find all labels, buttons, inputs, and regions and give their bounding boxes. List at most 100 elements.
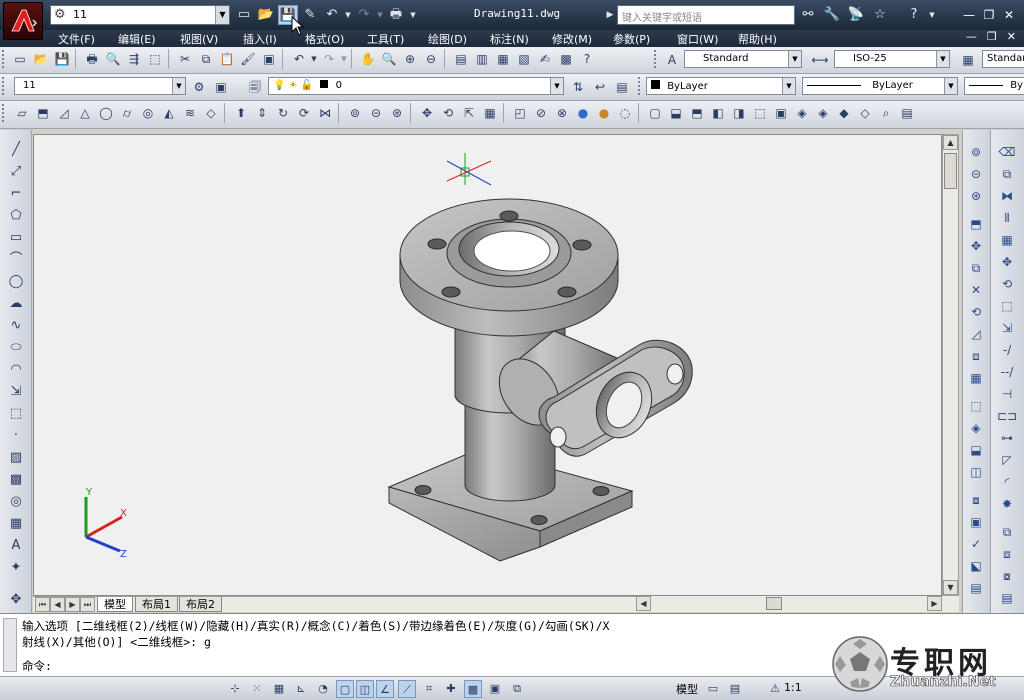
linetype-combo[interactable]: ByLayer ▼ [802,77,958,95]
erase-icon[interactable]: ⌫ [997,142,1017,162]
left-view-icon[interactable]: ◧ [708,103,728,123]
wedge-icon[interactable]: ◿ [54,103,74,123]
polysolid-icon[interactable]: ▱ [12,103,32,123]
toolbar-grip[interactable] [2,77,6,95]
move-icon[interactable]: ✥ [997,252,1017,272]
box-icon[interactable]: ⬒ [33,103,53,123]
layer-previous-icon[interactable]: ↩ [590,77,610,97]
union-icon[interactable]: ⊚ [966,142,986,162]
3d-align-icon[interactable]: ⇱ [459,103,479,123]
chevron-down-icon[interactable]: ▼ [172,78,185,94]
doc-minimize-icon[interactable]: — [966,30,977,43]
chevron-down-icon[interactable]: ▼ [215,6,229,24]
workspace-dropdown[interactable]: 11 ▼ [14,77,186,95]
polar-tracking-icon[interactable]: ◔ [314,680,332,698]
object-snap-tracking-icon[interactable]: ∠ [376,680,394,698]
break-at-point-icon[interactable]: ⊣ [997,384,1017,404]
arc-icon[interactable]: ⌒ [6,250,26,270]
prev-tab-icon[interactable]: ◀ [50,597,65,612]
communication-center-icon[interactable]: 📡 [846,5,866,25]
annotation-scale-icon[interactable]: ⚠ [766,680,784,698]
chevron-down-icon[interactable]: ▼ [788,51,801,67]
menu-insert[interactable]: 插入(I) [243,31,277,47]
3d-object-snap-icon[interactable]: ◫ [356,680,374,698]
region-icon[interactable]: ◎ [6,492,26,512]
intersect-icon[interactable]: ⊛ [387,103,407,123]
menu-parametric[interactable]: 参数(P) [613,31,650,47]
block-editor-icon[interactable]: ▣ [259,49,279,69]
taper-faces-icon[interactable]: ◿ [966,324,986,344]
object-snap-icon[interactable]: ▢ [336,680,354,698]
text-above-icon[interactable]: ▤ [997,588,1017,608]
dynamic-input-icon[interactable]: ⌗ [420,680,438,698]
sheet-set-icon[interactable]: ▧ [514,49,534,69]
sweep-icon[interactable]: ↻ [273,103,293,123]
chevron-down-icon[interactable]: ▼ [550,78,563,94]
first-tab-icon[interactable]: ⏮ [35,597,50,612]
named-views-icon[interactable]: ▢ [645,103,665,123]
help-icon[interactable]: ? [904,5,924,25]
gradient-icon[interactable]: ▩ [6,470,26,490]
open-icon[interactable]: 📂 [256,5,276,25]
menu-draw[interactable]: 绘图(D) [428,31,467,47]
extend-icon[interactable]: --/ [997,362,1017,382]
offset-icon[interactable]: ⫴ [997,208,1017,228]
sw-iso-view-icon[interactable]: ◈ [792,103,812,123]
rotate-icon[interactable]: ⟲ [997,274,1017,294]
snap-mode-icon[interactable]: ⁙ [248,680,266,698]
presspull-icon[interactable]: ⇕ [252,103,272,123]
close-button[interactable]: ✕ [1000,6,1018,24]
markup-icon[interactable]: ✍ [535,49,555,69]
dimension-style-combo[interactable]: ISO-25 ▼ [834,50,950,68]
qnew-icon[interactable]: ▭ [10,49,30,69]
menu-file[interactable]: 文件(F) [58,31,95,47]
revolve-icon[interactable]: ⟳ [294,103,314,123]
last-tab-icon[interactable]: ⏭ [80,597,95,612]
explode-icon[interactable]: ✸ [997,494,1017,514]
subscription-icon[interactable]: 🔧 [822,5,842,25]
front-view-icon[interactable]: ⬚ [750,103,770,123]
shell-icon[interactable]: ▣ [966,512,986,532]
drawing-area[interactable]: Y X Z [33,134,942,596]
circle-icon[interactable]: ◯ [6,272,26,292]
offset-faces-icon[interactable]: ⧉ [966,258,986,278]
intersect-icon[interactable]: ⊛ [966,186,986,206]
ortho-mode-icon[interactable]: ⊾ [292,680,310,698]
spline-icon[interactable]: ∿ [6,316,26,336]
chevron-down-icon[interactable]: ▼ [782,78,795,94]
next-tab-icon[interactable]: ▶ [65,597,80,612]
extrude-icon[interactable]: ⬆ [231,103,251,123]
open-icon[interactable]: 📂 [31,49,51,69]
copy-edges-icon[interactable]: ⬚ [966,396,986,416]
camera-icon[interactable]: ⌕ [876,103,896,123]
insert-block-icon[interactable]: ⇲ [6,382,26,402]
application-menu-button[interactable] [3,2,43,40]
scroll-right-icon[interactable]: ▶ [927,596,942,611]
subtract-icon[interactable]: ⊝ [966,164,986,184]
line-icon[interactable]: ╱ [6,140,26,160]
tool-palettes-icon[interactable]: ▦ [493,49,513,69]
menu-edit[interactable]: 编辑(E) [118,31,156,47]
menu-format[interactable]: 格式(O) [305,31,344,47]
color-combo[interactable]: ByLayer ▼ [646,77,796,95]
torus-icon[interactable]: ◎ [138,103,158,123]
toolbar-grip[interactable] [654,50,658,68]
text-style-icon[interactable]: A [662,50,682,70]
hatch-icon[interactable]: ▨ [6,448,26,468]
multiline-text-icon[interactable]: A [6,536,26,556]
quick-view-layouts-icon[interactable]: ▭ [704,680,722,698]
tab-layout2[interactable]: 布局2 [179,597,222,612]
chevron-down-icon[interactable]: ▼ [944,78,957,94]
quick-view-drawings-icon[interactable]: ▤ [726,680,744,698]
table-style-combo[interactable]: Standard [982,50,1024,68]
fillet-icon[interactable]: ◜ [997,472,1017,492]
realistic-icon[interactable]: ● [573,103,593,123]
3d-rotate-icon[interactable]: ⟲ [438,103,458,123]
tab-layout1[interactable]: 布局1 [135,597,178,612]
layer-states-icon[interactable]: ▤ [612,77,632,97]
grid-display-icon[interactable]: ▦ [270,680,288,698]
rectangle-icon[interactable]: ▭ [6,228,26,248]
2d-wireframe-icon[interactable]: ◰ [510,103,530,123]
point-icon[interactable]: · [6,426,26,446]
vertical-scrollbar[interactable]: ▲ ▼ [942,134,959,596]
